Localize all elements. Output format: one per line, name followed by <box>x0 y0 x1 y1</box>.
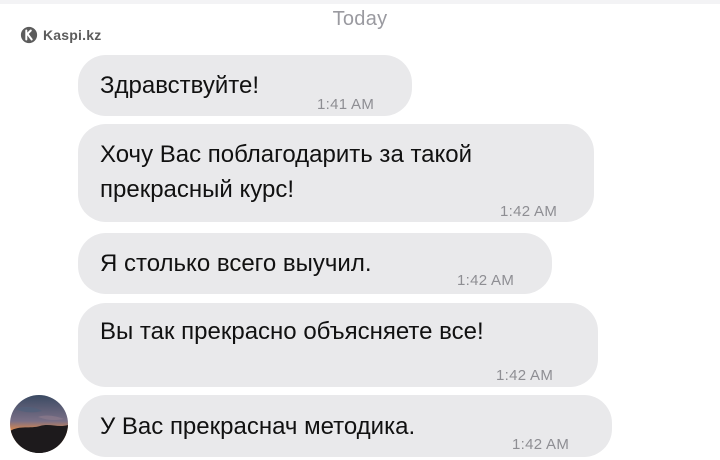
message-text: Хочу Вас поблагодарить за такой <box>100 141 473 168</box>
message-text: Я столько всего выучил. <box>100 250 372 277</box>
message-timestamp: 1:41 AM <box>317 96 375 113</box>
message-bubble[interactable]: Хочу Вас поблагодарить за такой прекрасн… <box>78 124 594 222</box>
message-bubble[interactable]: Здравствуйте! 1:41 AM <box>78 55 412 116</box>
message-bubble[interactable]: Я столько всего выучил. 1:42 AM <box>78 233 552 294</box>
message-timestamp: 1:42 AM <box>457 272 515 289</box>
message-text: прекрасный курс! <box>100 176 294 203</box>
sender-avatar[interactable] <box>10 395 68 453</box>
message-timestamp: 1:42 AM <box>496 367 554 384</box>
message-text: Вы так прекрасно объясняете все! <box>100 318 484 345</box>
sunset-avatar-icon <box>10 395 68 453</box>
message-bubble[interactable]: Вы так прекрасно объясняете все! 1:42 AM <box>78 303 598 387</box>
message-timestamp: 1:42 AM <box>512 436 570 453</box>
date-separator: Today <box>332 8 388 30</box>
message-bubble[interactable]: У Вас прекраснач методика. 1:42 AM <box>78 395 612 457</box>
message-text: У Вас прекраснач методика. <box>100 413 416 440</box>
message-text: Здравствуйте! <box>100 72 260 99</box>
top-bar-edge <box>0 0 720 4</box>
chat-screen: Kaspi.kz Today Здравствуйте! 1:41 AM Хоч… <box>0 0 720 460</box>
message-timestamp: 1:42 AM <box>500 203 558 220</box>
